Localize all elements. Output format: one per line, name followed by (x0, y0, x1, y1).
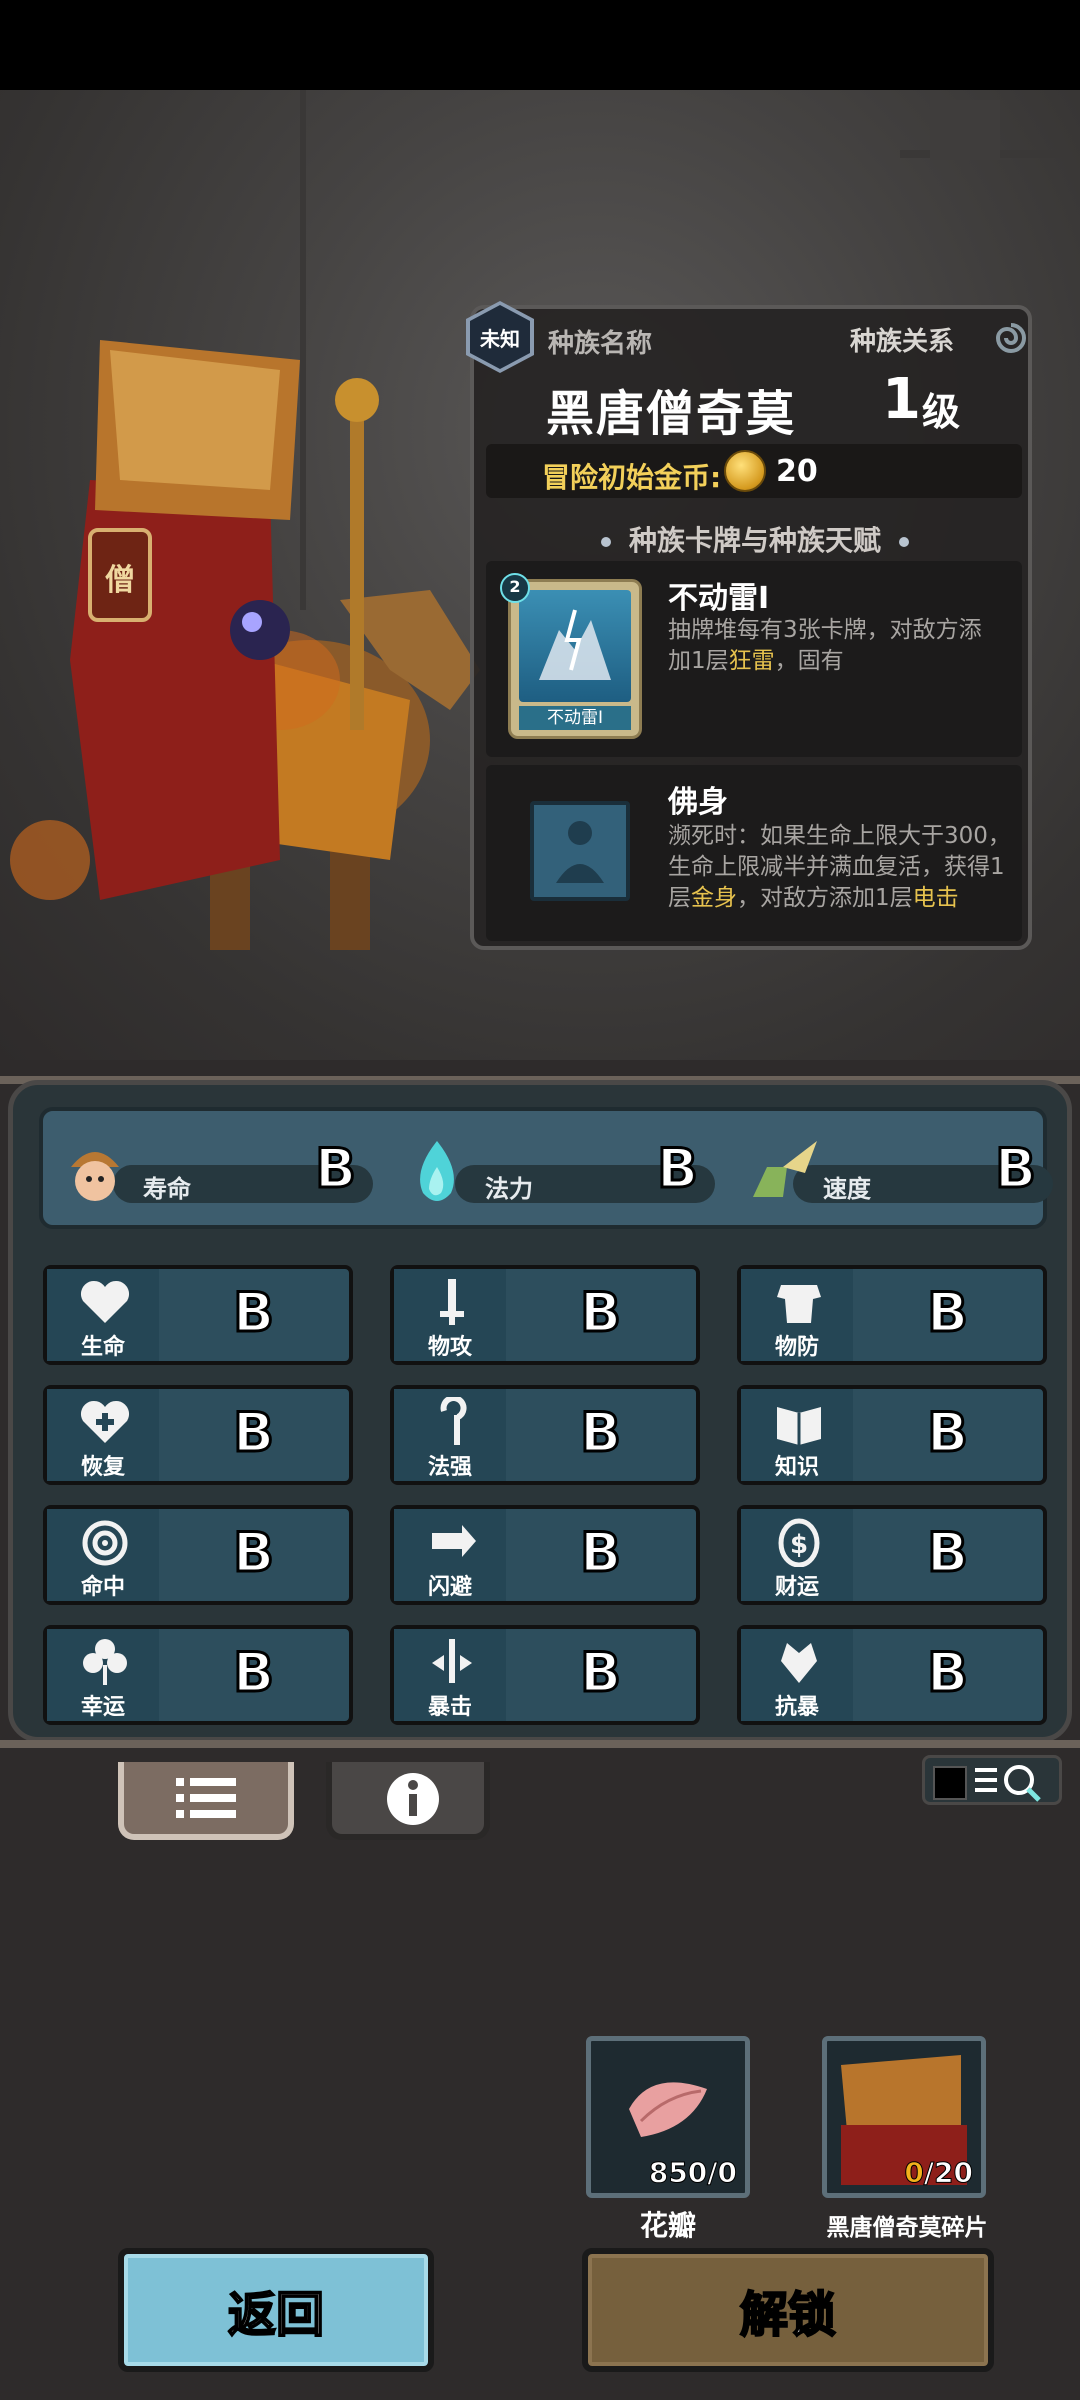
card-title: 不动雷I (668, 581, 770, 616)
talent-desc-line-2: 生命上限减半并满血复活，获得1 (668, 854, 1005, 880)
blue-flame-icon (420, 1141, 454, 1201)
starting-gold-label: 冒险初始金币: (542, 461, 722, 494)
search-list-icon (975, 1765, 1041, 1802)
tab-list[interactable] (118, 1762, 294, 1840)
stat-magic-power[interactable]: 法强 B (390, 1385, 700, 1485)
swirl-icon (995, 323, 1026, 353)
card-desc-line-1: 抽牌堆每有3张卡牌，对敌方添 (668, 617, 982, 643)
stat-label: 速度 (823, 1175, 871, 1203)
unlock-button[interactable]: 解锁 (582, 2248, 994, 2372)
race-talent-row[interactable]: 佛身 濒死时：如果生命上限大于300， 生命上限减半并满血复活，获得1 层金身，… (486, 765, 1022, 941)
bullet-dot-icon (899, 537, 909, 547)
talent-desc-line-1: 濒死时：如果生命上限大于300， (668, 823, 1011, 849)
petal-count: 850/0 (648, 2156, 737, 2190)
character-illustration: 僧 (10, 340, 480, 950)
race-name: 黑唐僧奇莫 (546, 386, 797, 442)
card-cost-badge: 2 (500, 573, 530, 603)
lightning-beast-icon (539, 609, 611, 680)
stat-wealth[interactable]: $ 财运 B (737, 1505, 1047, 1605)
tab-info[interactable] (326, 1762, 490, 1840)
stat-physical-attack[interactable]: 物攻 B (390, 1265, 700, 1365)
stat-speed[interactable]: 速度 B (743, 1136, 1063, 1207)
card-desc-line-2: 加1层狂雷，固有 (668, 648, 844, 674)
list-icon (176, 1778, 236, 1818)
stat-physical-defense[interactable]: 物防 B (737, 1265, 1047, 1365)
acorn-head-icon (71, 1152, 119, 1201)
book-icon (777, 1407, 821, 1445)
winged-boot-icon (753, 1141, 817, 1197)
starting-gold-value: 20 (776, 454, 818, 489)
race-relation-link[interactable]: 种族关系 (850, 321, 954, 358)
level-unit: 级 (922, 390, 961, 434)
target-icon (82, 1520, 128, 1566)
race-name-label: 种族名称 (548, 329, 653, 359)
clover-icon (83, 1639, 127, 1685)
shard-count: 0/20 (904, 2156, 974, 2190)
stat-accuracy[interactable]: 命中 B (43, 1505, 353, 1605)
stat-label: 寿命 (143, 1175, 191, 1203)
checkbox-icon (933, 1766, 967, 1800)
crit-sword-icon (432, 1639, 472, 1683)
stat-grade: B (655, 1136, 699, 1202)
stat-health[interactable]: 生命 B (43, 1265, 353, 1365)
race-card-row[interactable]: 不动雷I 2 不动雷I 抽牌堆每有3张卡牌，对敌方添 加1层狂雷，固有 (486, 561, 1022, 757)
card-art[interactable]: 不动雷I (508, 579, 642, 739)
top-stats-bar: 寿命 B 法力 B 速度 B (39, 1107, 1053, 1229)
sword-icon (440, 1279, 464, 1325)
talent-title: 佛身 (668, 785, 728, 820)
status-bar (0, 0, 1080, 90)
stat-luck[interactable]: 幸运 B (43, 1625, 353, 1725)
stat-mana[interactable]: 法力 B (405, 1136, 725, 1207)
staff-icon (440, 1397, 467, 1445)
section-title: 种族卡牌与种族天赋 (474, 519, 1036, 559)
stat-critical[interactable]: 暴击 B (390, 1625, 700, 1725)
talent-desc-line-3: 层金身，对敌方添加1层电击 (668, 885, 959, 911)
filter-search-toggle[interactable] (922, 1755, 1062, 1805)
bullet-dot-icon (600, 537, 611, 547)
stats-panel: 寿命 B 法力 B 速度 B 生命 B 物攻 B 物防 B 恢复 B 法强 B … (8, 1080, 1072, 1742)
stat-label: 法力 (485, 1175, 533, 1203)
petal-item-name: 花瓣 (639, 2209, 696, 2242)
stat-dodge[interactable]: 闪避 B (390, 1505, 700, 1605)
card-art-label: 不动雷I (519, 706, 631, 730)
dodge-arrow-icon (432, 1525, 476, 1557)
back-button[interactable]: 返回 (118, 2248, 434, 2372)
stat-lifespan[interactable]: 寿命 B (63, 1136, 383, 1207)
shard-item-slot[interactable]: 0/20 (822, 2036, 986, 2198)
petal-item-slot[interactable]: 850/0 (586, 2036, 750, 2198)
stat-grade: B (313, 1136, 357, 1202)
frame-divider (0, 1740, 1080, 1748)
race-info-panel: 未知 种族名称 种族关系 黑唐僧奇莫 1 级 冒险初始金币: 20 种族卡牌与种… (466, 301, 1032, 950)
meditating-monk-icon (530, 801, 630, 901)
stat-crit-resist[interactable]: 抗暴 B (737, 1625, 1047, 1725)
shard-item-name: 黑唐僧奇莫碎片 (826, 2215, 988, 2241)
shield-flower-icon (781, 1643, 817, 1683)
heart-plus-icon (80, 1400, 130, 1443)
info-icon (387, 1773, 439, 1825)
gold-coin-icon (724, 450, 766, 492)
starting-gold-bar: 冒险初始金币: 20 (486, 444, 1022, 498)
level-number: 1 (882, 367, 921, 432)
card-image (519, 590, 631, 702)
armor-icon (777, 1285, 821, 1323)
stat-knowledge[interactable]: 知识 B (737, 1385, 1047, 1485)
heart-icon (80, 1280, 130, 1323)
coin-icon: $ (778, 1518, 820, 1567)
svg-text:僧: 僧 (105, 563, 135, 598)
stat-recovery[interactable]: 恢复 B (43, 1385, 353, 1485)
petal-icon (629, 2082, 707, 2137)
stat-grade: B (993, 1136, 1037, 1202)
svg-text:$: $ (790, 1530, 808, 1560)
